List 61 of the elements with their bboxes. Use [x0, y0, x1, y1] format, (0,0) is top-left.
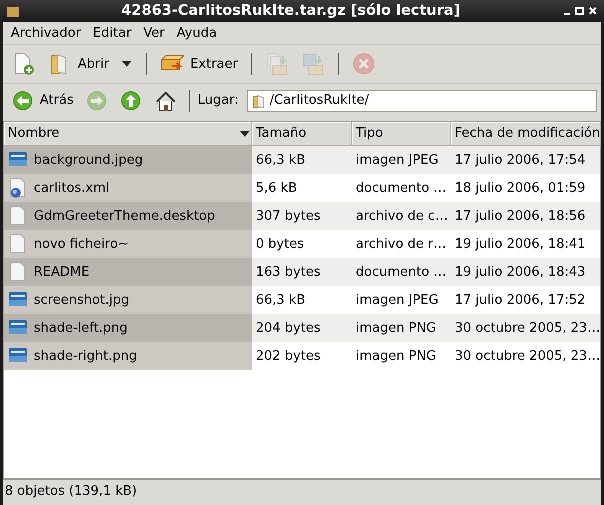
- home-icon: [154, 90, 176, 112]
- box-button[interactable]: Extraer: [155, 48, 244, 80]
- table-cell: 19 julio 2006, 18:43: [455, 264, 586, 280]
- back-arrow-button[interactable]: Atrás: [7, 86, 79, 116]
- table-cell: 19 julio 2006, 18:41: [455, 236, 586, 252]
- menu-item[interactable]: Ver: [138, 26, 171, 40]
- table-cell: 17 julio 2006, 18:56: [455, 208, 586, 224]
- table-cell: 30 octubre 2005, 23…: [455, 348, 600, 364]
- table-cell: GdmGreeterTheme.desktop: [34, 208, 216, 224]
- table-cell: screenshot.jpg: [34, 292, 130, 308]
- folder-icon: [252, 92, 266, 108]
- menu-item[interactable]: Editar: [87, 26, 138, 40]
- location-label: Lugar:: [198, 93, 239, 108]
- add-folder-icon: [301, 52, 326, 76]
- window-controls-icon: [562, 6, 598, 16]
- table-cell: 5,6 kB: [256, 180, 298, 196]
- table-cell: 17 julio 2006, 17:52: [455, 292, 586, 308]
- table-cell: 307 bytes: [256, 208, 321, 224]
- table-cell: 66,3 kB: [256, 152, 306, 168]
- table-cell: carlitos.xml: [34, 180, 110, 196]
- table-cell: 66,3 kB: [256, 292, 306, 308]
- column-header[interactable]: Fecha de modificación: [451, 122, 602, 146]
- table-cell: background.jpeg: [34, 152, 144, 168]
- table-cell: imagen JPEG: [356, 292, 439, 308]
- table-cell: 202 bytes: [256, 348, 321, 364]
- column-header[interactable]: Tamaño: [252, 122, 352, 146]
- text-file-icon: [8, 206, 28, 226]
- table-cell: 18 julio 2006, 01:59: [455, 180, 586, 196]
- column-header[interactable]: Tipo: [352, 122, 451, 146]
- sort-arrow-icon: [239, 130, 251, 138]
- table-cell: 0 bytes: [256, 236, 304, 252]
- location-path: /CarlitosRukIte/: [270, 93, 370, 108]
- menu-item[interactable]: Archivador: [5, 26, 88, 40]
- app-icon: [6, 4, 20, 18]
- table-cell: 30 octubre 2005, 23…: [455, 320, 600, 336]
- status-text: 8 objetos (139,1 kB): [5, 484, 138, 498]
- add-files-icon: [265, 52, 290, 76]
- location-field[interactable]: /CarlitosRukIte/: [246, 90, 597, 112]
- globe-file-icon: [8, 178, 28, 198]
- window-title: 42863-CarlitosRukIte.tar.gz [sólo lectura]: [120, 3, 462, 19]
- table-cell: 17 julio 2006, 17:54: [455, 152, 586, 168]
- text-file-icon: [8, 262, 28, 282]
- table-cell: novo ficheiro~: [34, 236, 130, 252]
- table-cell: shade-right.png: [34, 348, 138, 364]
- table-cell: 163 bytes: [256, 264, 321, 280]
- menu-item[interactable]: Ayuda: [170, 26, 224, 40]
- table-cell: imagen PNG: [356, 320, 437, 336]
- table-cell: shade-left.png: [34, 320, 128, 336]
- caret-icon: [121, 60, 134, 68]
- text-file-icon: [8, 234, 28, 254]
- column-header[interactable]: Nombre: [4, 122, 252, 146]
- folder-button[interactable]: Abrir: [43, 48, 114, 80]
- table-cell: imagen JPEG: [356, 152, 439, 168]
- table-cell: archivo de r…: [356, 236, 447, 252]
- table-cell: archivo de c…: [356, 208, 448, 224]
- stop-icon: [352, 52, 376, 76]
- table-cell: documento …: [356, 180, 447, 196]
- table-cell: imagen PNG: [356, 348, 437, 364]
- table-cell: README: [34, 264, 90, 280]
- table-cell: documento …: [356, 264, 447, 280]
- table-cell: 204 bytes: [256, 320, 321, 336]
